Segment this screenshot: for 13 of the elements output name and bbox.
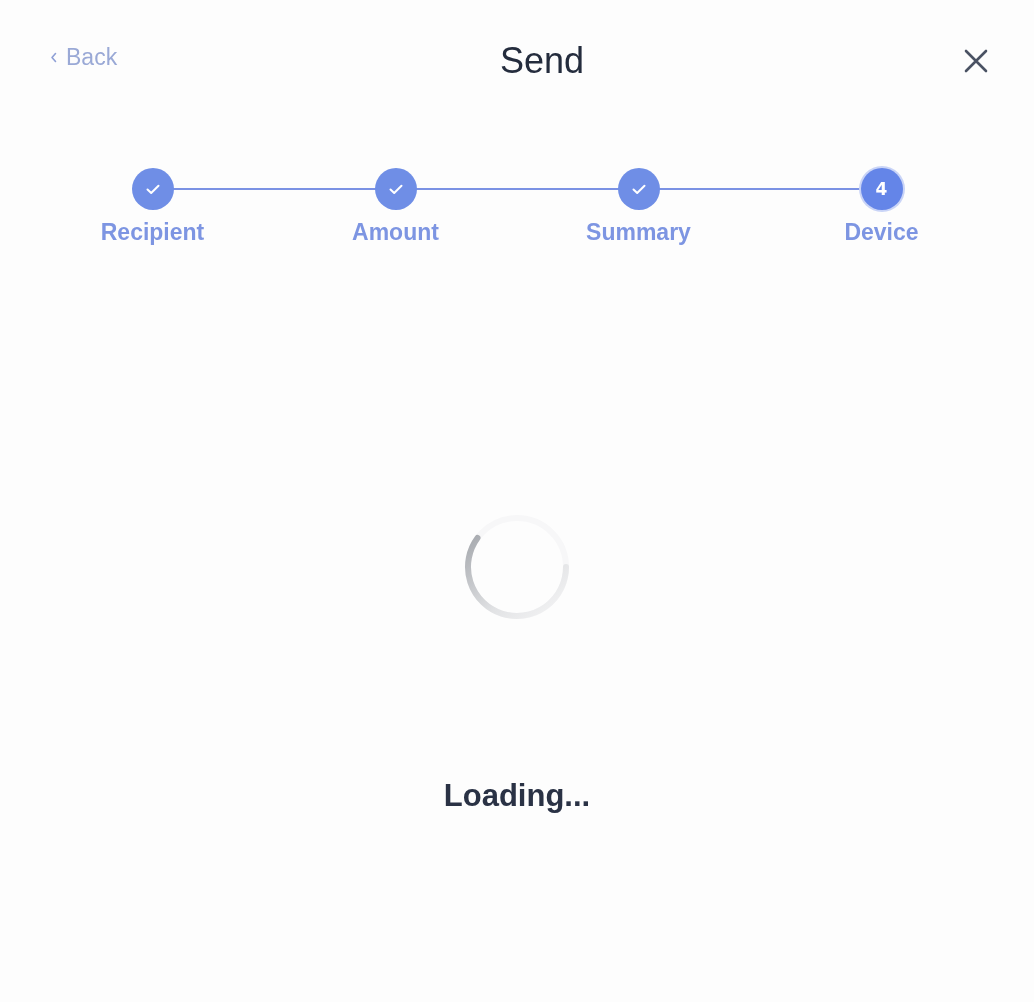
step-label: Amount xyxy=(352,219,439,246)
back-link[interactable]: Back xyxy=(50,43,160,71)
step-label: Summary xyxy=(586,219,691,246)
step-label: Recipient xyxy=(100,219,205,246)
check-icon xyxy=(631,183,646,195)
chevron-left-icon xyxy=(50,51,57,63)
step-label: Device xyxy=(844,219,919,246)
check-icon xyxy=(388,183,403,195)
close-icon[interactable] xyxy=(964,49,988,73)
loading-text: Loading... xyxy=(443,778,591,814)
step-number: 4 xyxy=(875,179,888,199)
check-icon xyxy=(145,183,160,195)
page-title: Send xyxy=(499,40,585,82)
